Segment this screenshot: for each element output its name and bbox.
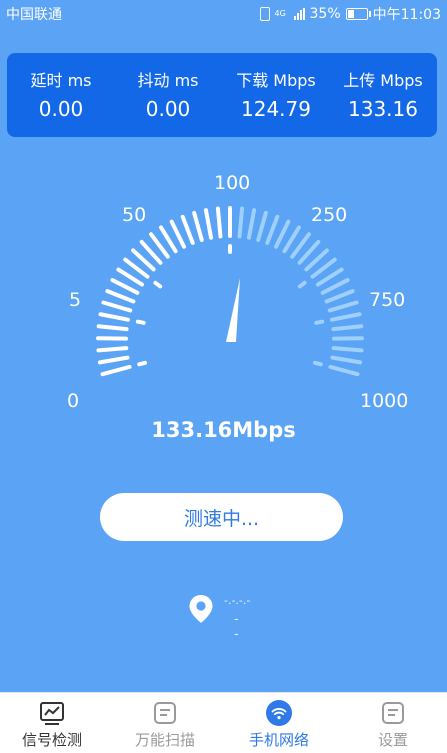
gauge-tick (267, 217, 277, 243)
gauge-tick (107, 291, 133, 301)
gauge-tick (100, 358, 128, 363)
gauge-label-0: 0 (67, 390, 79, 412)
gauge-needle (226, 278, 240, 342)
gauge-tick (327, 291, 353, 301)
clock: 中午11:03 (373, 4, 441, 24)
gauge-tick (323, 280, 348, 293)
jitter-stat: 抖动 ms 0.00 (114, 53, 222, 121)
gauge-tick (99, 326, 127, 329)
vibrate-icon (260, 7, 270, 21)
gauge-major-tick (138, 322, 144, 323)
battery-icon (346, 8, 368, 20)
latency-stat: 延时 ms 0.00 (7, 53, 115, 121)
speed-test-button[interactable]: 测速中... (100, 493, 343, 541)
chart-icon (39, 700, 65, 726)
gauge-label-100: 100 (214, 172, 250, 194)
latency-value: 0.00 (7, 97, 115, 121)
signal-icon (294, 8, 305, 20)
gauge-tick (183, 217, 193, 243)
location-line-2: -- (234, 612, 239, 642)
gauge-tick (103, 303, 130, 311)
tab-mobile-network[interactable]: 手机网络 (224, 693, 334, 753)
gauge-tick (330, 367, 357, 374)
gauge-tick (194, 213, 202, 240)
gauge-tick (102, 367, 129, 374)
gauge-tick (240, 209, 243, 237)
gauge-tick (98, 348, 126, 350)
gauge-tick (334, 348, 362, 350)
gauge-tick (206, 210, 211, 238)
carrier-name: 中国联通 (6, 4, 62, 24)
tab-mobile-network-label: 手机网络 (224, 729, 334, 750)
status-icons: 4G 35% 中午11:03 (260, 4, 441, 24)
gauge-label-750: 750 (369, 289, 405, 311)
gauge-tick (332, 314, 359, 319)
latency-label: 延时 ms (7, 67, 115, 91)
gauge-tick (172, 222, 184, 247)
upload-stat: 上传 Mbps 133.16 (329, 53, 437, 121)
gauge-tick (332, 358, 360, 363)
status-bar: 中国联通 4G 35% 中午11:03 (0, 0, 447, 26)
gauge-label-50: 50 (122, 204, 146, 226)
gauge-major-tick (155, 283, 160, 287)
battery-percent: 35% (310, 6, 341, 22)
upload-label: 上传 Mbps (329, 67, 437, 91)
download-stat: 下载 Mbps 124.79 (222, 53, 330, 121)
jitter-label: 抖动 ms (114, 67, 222, 91)
gauge-tick (101, 314, 128, 319)
location-pin-icon (188, 594, 214, 624)
upload-value: 133.16 (329, 97, 437, 121)
gauge-major-tick (315, 363, 321, 365)
speed-readout: 133.16Mbps (0, 418, 447, 442)
location-info: -.-.-.- -- (188, 594, 214, 628)
download-label: 下载 Mbps (222, 67, 330, 91)
gauge-label-250: 250 (311, 204, 347, 226)
gauge-tick (258, 213, 266, 240)
gauge-label-5: 5 (69, 289, 81, 311)
list-box-icon (152, 700, 178, 726)
stats-card: 延时 ms 0.00 抖动 ms 0.00 下载 Mbps 124.79 上传 … (7, 53, 437, 137)
gauge-major-tick (316, 322, 322, 323)
tab-signal-detect-label: 信号检测 (0, 729, 107, 750)
tab-settings-label: 设置 (338, 729, 447, 750)
tab-universal-scan[interactable]: 万能扫描 (110, 693, 220, 753)
gauge-tick (112, 280, 137, 293)
bottom-tab-bar: 信号检测 万能扫描 手机网络 设置 (0, 692, 447, 753)
network-type: 4G (275, 10, 289, 18)
gauge-major-tick (300, 283, 305, 287)
gauge-major-tick (139, 363, 145, 365)
gauge-label-1000: 1000 (360, 390, 408, 412)
tab-settings[interactable]: 设置 (338, 693, 447, 753)
settings-box-icon (380, 700, 406, 726)
tab-signal-detect[interactable]: 信号检测 (0, 693, 107, 753)
gauge-tick (276, 222, 288, 247)
gauge-tick (330, 303, 357, 311)
gauge-tick (249, 210, 254, 238)
download-value: 124.79 (222, 97, 330, 121)
gauge-tick (218, 209, 221, 237)
jitter-value: 0.00 (114, 97, 222, 121)
wifi-icon (266, 700, 292, 726)
gauge-tick (333, 326, 361, 329)
location-line-1: -.-.-.- (224, 594, 250, 607)
tab-universal-scan-label: 万能扫描 (110, 729, 220, 750)
speed-gauge: 0 5 50 100 250 750 1000 (0, 160, 447, 450)
